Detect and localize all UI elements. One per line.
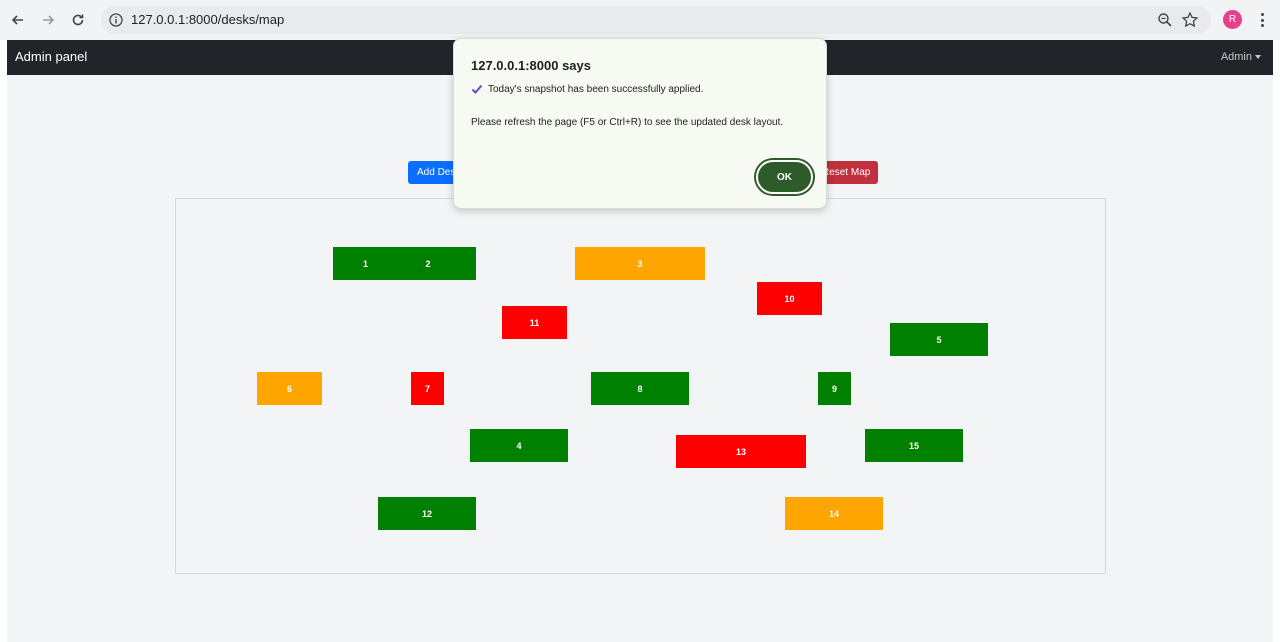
dialog-message-line2: Please refresh the page (F5 or Ctrl+R) t…	[471, 117, 784, 128]
caret-down-icon	[1255, 55, 1261, 60]
desk-11[interactable]: 11	[502, 306, 567, 339]
alert-dialog: 127.0.0.1:8000 says Today's snapshot has…	[453, 38, 827, 209]
dialog-title: 127.0.0.1:8000 says	[471, 58, 591, 73]
admin-dropdown-label: Admin	[1220, 51, 1252, 63]
bookmark-star-icon[interactable]	[1181, 11, 1199, 29]
desk-5[interactable]: 5	[890, 323, 988, 356]
back-arrow-icon[interactable]	[7, 9, 29, 31]
ok-button[interactable]: OK	[756, 160, 813, 194]
browser-menu-icon[interactable]	[1256, 10, 1268, 30]
desk-12[interactable]: 12	[378, 497, 476, 530]
profile-avatar[interactable]: R	[1223, 10, 1242, 29]
browser-toolbar: 127.0.0.1:8000/desks/map R	[0, 0, 1280, 40]
desk-7[interactable]: 7	[411, 372, 444, 405]
brand-title[interactable]: Admin panel	[15, 49, 87, 64]
url-text[interactable]: 127.0.0.1:8000/desks/map	[131, 12, 284, 27]
address-bar[interactable]: 127.0.0.1:8000/desks/map	[101, 6, 1211, 34]
forward-arrow-icon[interactable]	[37, 9, 59, 31]
desk-4[interactable]: 4	[470, 429, 568, 462]
desk-map: 1 2 3 10 11 5 6 7 8 9 4 13 15 12 14	[175, 198, 1106, 574]
dialog-message-line1: Today's snapshot has been successfully a…	[488, 83, 704, 95]
admin-dropdown[interactable]: Admin	[1221, 51, 1261, 63]
desk-6[interactable]: 6	[257, 372, 322, 405]
reload-icon[interactable]	[67, 9, 89, 31]
desk-10[interactable]: 10	[757, 282, 822, 315]
desk-9[interactable]: 9	[818, 372, 851, 405]
desk-8[interactable]: 8	[591, 372, 689, 405]
check-icon	[471, 84, 483, 94]
site-info-icon[interactable]	[108, 12, 124, 28]
desk-13[interactable]: 13	[676, 435, 806, 468]
zoom-icon[interactable]	[1157, 12, 1173, 28]
desk-3[interactable]: 3	[575, 247, 705, 280]
desk-15[interactable]: 15	[865, 429, 963, 462]
desk-14[interactable]: 14	[785, 497, 883, 530]
dialog-success-message: Today's snapshot has been successfully a…	[471, 83, 703, 95]
desk-2[interactable]: 2	[380, 247, 476, 280]
